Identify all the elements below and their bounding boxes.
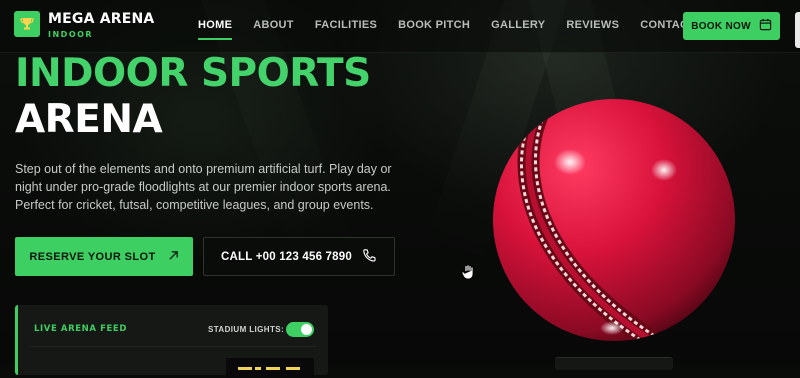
bottom-info-card [555,357,673,370]
top-navbar: MEGA ARENA INDOOR HOME ABOUT FACILITIES … [0,0,800,53]
feed-title: LIVE ARENA FEED [34,324,127,334]
hero-description: Step out of the elements and onto premiu… [15,162,392,212]
trophy-icon[interactable] [14,11,40,37]
hero-title-line2: ARENA [15,97,163,142]
nav-item-reviews[interactable]: REVIEWS [566,19,619,31]
nav-item-about[interactable]: ABOUT [253,19,294,31]
stadium-lights-toggle[interactable] [286,322,314,337]
nav-menu: HOME ABOUT FACILITIES BOOK PITCH GALLERY… [198,19,716,40]
book-now-label: BOOK NOW [691,20,751,32]
scoreboard-digits [238,361,308,378]
feed-divider [31,346,316,347]
stadium-lights-label: STADIUM LIGHTS: [208,325,285,334]
reserve-slot-button[interactable]: RESERVE YOUR SLOT [15,237,193,276]
hero-title-line1: INDOOR SPORTS [15,51,371,96]
brand-name[interactable]: MEGA ARENA [48,11,154,27]
hand-cursor-icon [461,264,475,280]
toggle-knob [301,324,312,335]
call-phone-button[interactable]: CALL +00 123 456 7890 [203,237,395,276]
nav-item-book-pitch[interactable]: BOOK PITCH [398,19,470,31]
side-panel-tab[interactable] [795,12,800,48]
cricket-ball-image [490,96,738,344]
phone-icon [362,248,377,266]
scoreboard-display [226,358,314,378]
arrow-up-right-icon [168,250,179,264]
reserve-slot-label: RESERVE YOUR SLOT [29,250,156,263]
nav-item-facilities[interactable]: FACILITIES [315,19,377,31]
calendar-icon [759,18,772,34]
nav-item-home[interactable]: HOME [198,19,233,40]
nav-item-gallery[interactable]: GALLERY [491,19,545,31]
book-now-button[interactable]: BOOK NOW [683,12,780,40]
call-phone-label: CALL +00 123 456 7890 [221,250,352,263]
brand-tagline: INDOOR [48,30,94,39]
